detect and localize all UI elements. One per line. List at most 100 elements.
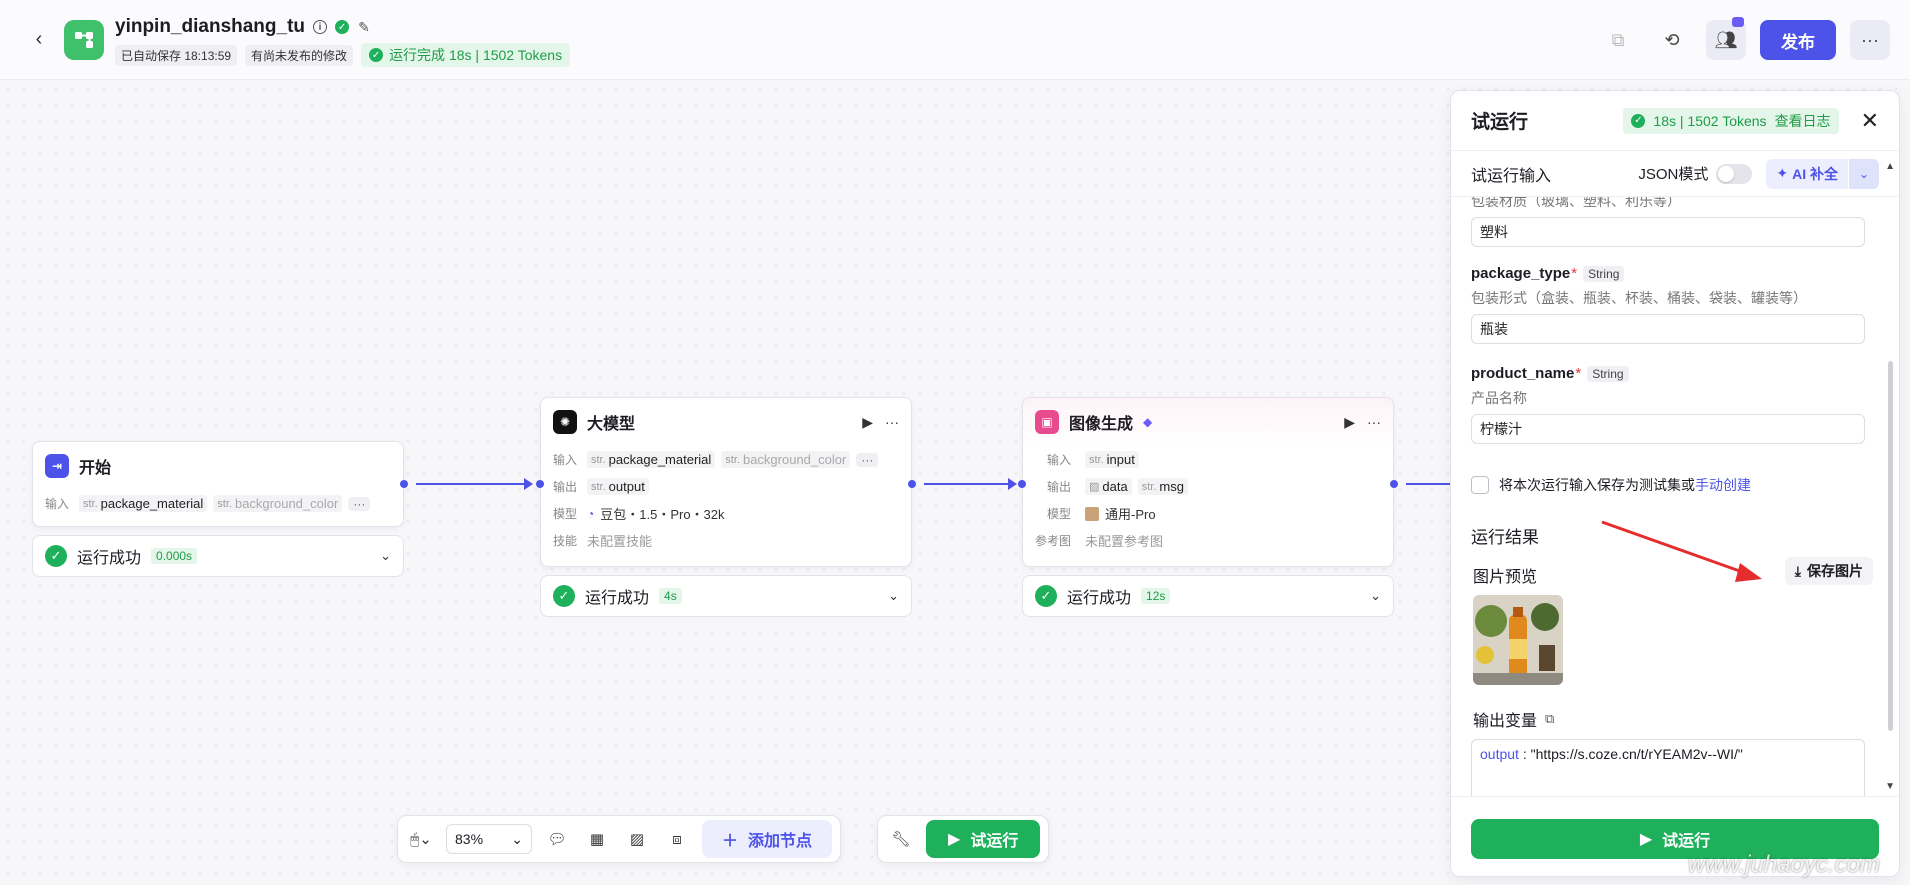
node-image-gen[interactable]: ▣ 图像生成 ◆ ▶ ··· 输入 str. input 输出 ▨ data str… [1022,397,1394,567]
edge-line [1406,483,1450,485]
panel-title: 试运行 [1471,112,1529,133]
port-dot[interactable] [1390,480,1398,488]
minimap-icon[interactable]: ▨ [622,824,652,854]
port-dot[interactable] [1018,480,1026,488]
status-text: 运行成功 [1067,590,1132,607]
copy-icon[interactable]: ⧉ [1598,20,1638,60]
json-mode-toggle[interactable] [1716,163,1753,184]
chevron-down-icon[interactable]: ⌄ [888,588,899,604]
ref-label: 参考图 [1035,534,1072,548]
chevron-down-icon[interactable]: ⌄ [380,548,391,564]
field-product-name: product_name * String 产品名称 柠檬汁 [1471,365,1865,444]
scroll-up-icon[interactable]: ▲ [1885,161,1895,172]
var-chip: str. background_color [213,495,343,512]
more-menu-icon[interactable]: ··· [1850,20,1890,60]
generated-image-thumbnail[interactable] [1473,595,1563,685]
zoom-select[interactable]: 83% ⌄ [446,824,532,854]
json-mode-label: JSON模式 [1638,166,1709,183]
ai-fill-button[interactable]: ✦ AI 补全 [1766,158,1848,189]
edit-icon[interactable]: ✎ [357,19,371,35]
more-icon[interactable]: ··· [1367,414,1381,431]
preview-title: 图片预览 [1473,569,1538,586]
more-icon[interactable]: ··· [885,414,899,431]
field-package-material: 包装材质（玻璃、塑料、利乐等） 塑料 [1471,197,1865,247]
success-icon: ✓ [45,545,67,567]
mouse-mode-icon[interactable]: 🖱︎⌄ [406,824,436,854]
start-status-bar[interactable]: ✓ 运行成功 0.000s ⌄ [32,535,404,577]
time-chip: 4s [659,588,682,604]
unpublished-tag: 有尚未发布的修改 [245,44,354,66]
back-chevron-icon[interactable]: ‹ [26,26,52,52]
run-stat-tag: ✓ 18s | 1502 Tokens 查看日志 [1623,107,1839,134]
model-label: 模型 [1046,507,1071,521]
field-desc: 产品名称 [1471,390,1527,406]
close-icon[interactable]: ✕ [1861,108,1879,134]
view-log-link[interactable]: 查看日志 [1775,111,1831,131]
var-chip: ▨ data [1085,478,1132,495]
sparkle-icon: ✦ [1776,165,1789,181]
test-run-button[interactable]: ▶ 试运行 [926,820,1041,858]
app-title: yinpin_dianshang_tu [115,16,306,37]
output-vars-box[interactable]: output : "https://s.coze.cn/t/rYEAM2v--W… [1471,739,1865,797]
field-desc: 包装材质（玻璃、塑料、利乐等） [1471,197,1681,209]
field-input[interactable]: 塑料 [1471,217,1865,247]
play-icon[interactable]: ▶ [1344,414,1355,431]
layout-grid-icon[interactable]: ▦ [582,824,612,854]
port-dot[interactable] [536,480,544,488]
type-chip: String [1587,365,1629,382]
save-image-label: 保存图片 [1807,563,1863,579]
port-dot[interactable] [400,480,408,488]
watermark: www.juhaoyc.com [1687,851,1880,878]
publish-button[interactable]: 发布 [1760,20,1836,60]
node-title: 开始 [79,460,112,477]
port-dot[interactable] [908,480,916,488]
field-input[interactable]: 瓶装 [1471,314,1865,344]
manual-create-link[interactable]: 手动创建 [1695,477,1751,493]
image-status-bar[interactable]: ✓ 运行成功 12s ⌄ [1022,575,1394,617]
add-node-button[interactable]: ＋ 添加节点 [702,820,833,858]
image-gen-icon: ▣ [1035,410,1059,434]
node-start[interactable]: ⇥ 开始 输入 str. package_material str. backgro… [32,441,404,527]
llm-status-bar[interactable]: ✓ 运行成功 4s ⌄ [540,575,912,617]
save-testset-checkbox[interactable] [1471,476,1489,494]
chevron-down-icon: ⌄ [511,830,523,847]
field-input[interactable]: 柠檬汁 [1471,414,1865,444]
more-vars-icon[interactable]: ··· [348,496,371,511]
output-vars-label: 输出变量 [1473,713,1538,730]
add-node-label: 添加节点 [748,833,813,850]
model-label: 模型 [553,507,578,521]
input-label: 输入 [553,453,578,467]
model-avatar-icon [1085,506,1099,521]
collaborators-button[interactable]: 👥︎ [1706,17,1746,60]
image-type-icon: ▨ [1089,481,1100,493]
status-text: 运行成功 [585,590,650,607]
app-logo-icon [64,20,104,60]
copy-icon[interactable]: ⧉ [1545,711,1554,727]
wrench-icon[interactable]: 🔧︎ [886,824,916,854]
node-llm[interactable]: ✺ 大模型 ▶ ··· 输入 str. package_material str.… [540,397,912,567]
edge-line [416,483,526,485]
edge-arrow [1008,478,1017,490]
more-vars-icon[interactable]: ··· [856,452,879,467]
run-toolbar: 🔧︎ ▶ 试运行 [877,815,1050,863]
chevron-down-icon[interactable]: ⌄ [1370,588,1381,604]
check-circle-icon: ✓ [369,48,384,62]
scroll-down-icon[interactable]: ▼ [1885,781,1895,792]
save-image-button[interactable]: ⤓ 保存图片 [1784,557,1873,585]
run-stat-text: 18s | 1502 Tokens [1653,112,1767,129]
edge-line [924,483,1010,485]
play-icon[interactable]: ▶ [862,414,873,431]
ai-fill-dropdown-icon[interactable]: ⌄ [1849,158,1879,189]
scrollbar-thumb[interactable] [1888,361,1893,731]
fit-view-icon[interactable]: ⧈ [662,824,692,854]
llm-icon: ✺ [553,410,577,434]
history-icon[interactable]: ⟲ [1652,20,1692,60]
var-chip: str. package_material [587,451,716,468]
output-label: 输出 [553,480,578,494]
info-icon[interactable]: i [313,20,328,34]
panel-scroll-body[interactable]: 包装材质（玻璃、塑料、利乐等） 塑料 package_type * String… [1451,197,1899,797]
run-label: 试运行 [970,833,1019,850]
comment-icon[interactable]: 💬︎ [542,824,572,854]
save-testset-text: 将本次运行输入保存为测试集或 [1499,477,1695,493]
plus-icon: ＋ [722,833,739,850]
